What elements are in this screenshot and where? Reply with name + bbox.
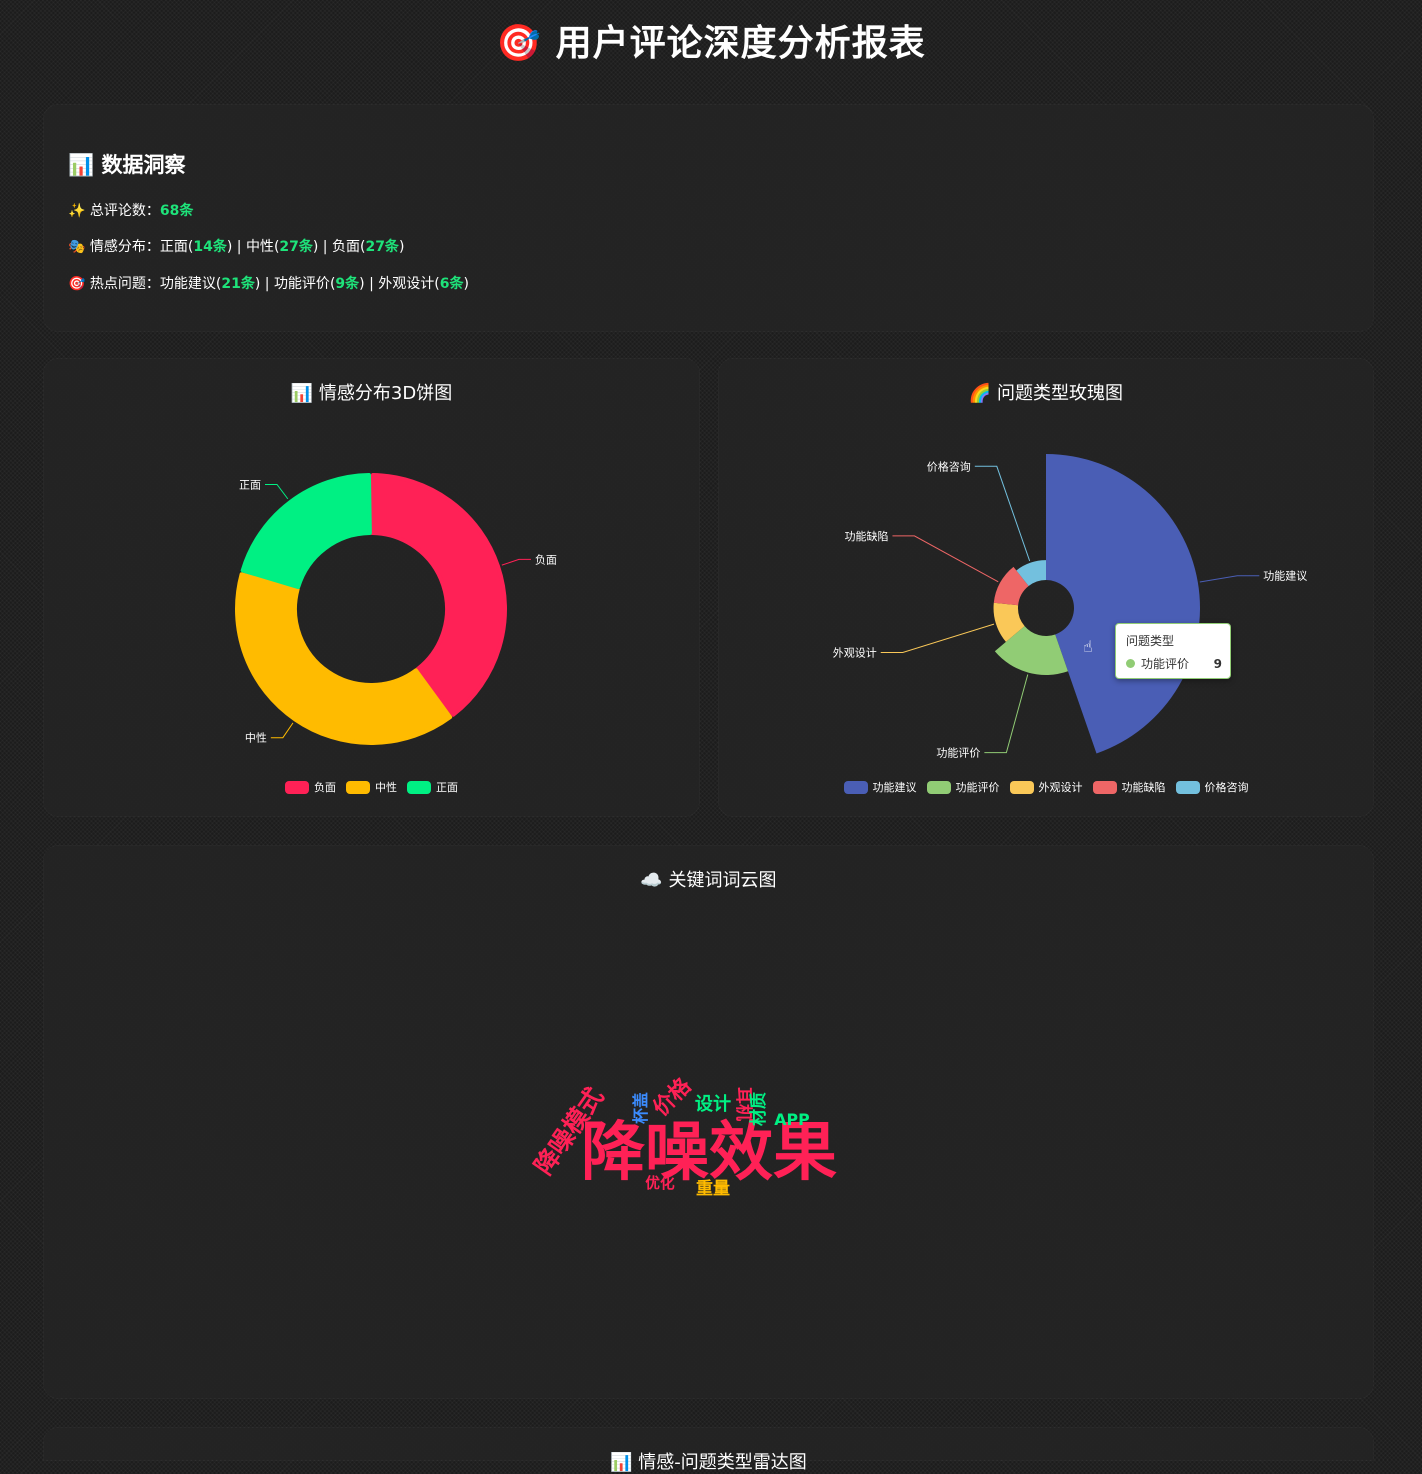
donut-label-line bbox=[501, 558, 531, 566]
legend-swatch bbox=[1175, 780, 1200, 794]
legend-label: 价格咨询 bbox=[1204, 781, 1249, 794]
legend-swatch bbox=[1009, 780, 1034, 794]
word-cloud-word: 杯盖 bbox=[631, 1092, 650, 1124]
legend-swatch bbox=[285, 780, 309, 794]
rose-slice-label: 功能建议 bbox=[1263, 569, 1307, 583]
sparkles-icon: ✨ bbox=[68, 203, 86, 219]
sentiment-legend-item[interactable]: 中性 bbox=[346, 779, 397, 795]
rose-slice-label: 功能评价 bbox=[936, 746, 980, 760]
legend-label: 功能评价 bbox=[955, 781, 1000, 794]
rose-slice-label: 价格咨询 bbox=[927, 459, 971, 473]
donut-label-line bbox=[264, 484, 289, 500]
target-icon: 🎯 bbox=[496, 23, 543, 64]
legend-label: 功能建议 bbox=[872, 781, 917, 794]
donut-slice-label: 负面 bbox=[535, 552, 557, 566]
chart-icon: 📊 bbox=[68, 153, 95, 177]
word-cloud-word: 设计 bbox=[695, 1093, 731, 1115]
donut-slice bbox=[240, 473, 372, 590]
rose-slice bbox=[1046, 454, 1200, 754]
tooltip-value: 9 bbox=[1213, 656, 1222, 671]
mask-icon: 🎭 bbox=[68, 239, 86, 255]
word-cloud-chart[interactable]: 降噪效果降噪模式 价格设计 耳机材质 APP杯盖重量优化 bbox=[44, 846, 1373, 1398]
rose-slice-label: 外观设计 bbox=[833, 646, 877, 659]
donut-slice bbox=[370, 473, 507, 717]
donut-slice-label: 中性 bbox=[245, 731, 267, 745]
target-icon: 🎯 bbox=[68, 276, 86, 292]
donut-slice bbox=[235, 572, 453, 745]
page-title-text: 用户评论深度分析报表 bbox=[555, 23, 926, 64]
legend-label: 外观设计 bbox=[1038, 781, 1083, 794]
sentiment-donut-chart[interactable]: 负面中性 正面 bbox=[44, 359, 699, 779]
insights-title: 📊 数据洞察 bbox=[68, 153, 186, 177]
rose-legend-item[interactable]: 外观设计 bbox=[1009, 779, 1083, 795]
sentiment-legend-item[interactable]: 正面 bbox=[407, 779, 458, 795]
chart-tooltip: 问题类型 功能评价 9 bbox=[1115, 623, 1231, 679]
rose-label-line bbox=[892, 535, 999, 583]
legend-swatch bbox=[843, 780, 868, 794]
donut-label-line bbox=[270, 722, 294, 739]
insight-sentiment: 🎭 情感分布：正面(14条) | 中性(27条) | 负面(27条) bbox=[68, 239, 405, 255]
insight-total: ✨ 总评论数：68条 bbox=[68, 203, 194, 219]
legend-swatch bbox=[926, 780, 951, 794]
sentiment-legend: 负面 中性 正面 bbox=[44, 779, 699, 795]
legend-label: 负面 bbox=[314, 781, 336, 794]
tooltip-row: 功能评价 9 bbox=[1126, 655, 1222, 672]
insight-hot-topics: 🎯 热点问题：功能建议(21条) | 功能评价(9条) | 外观设计(6条) bbox=[68, 276, 469, 292]
rose-label-line bbox=[880, 623, 995, 653]
rose-label-line bbox=[984, 674, 1029, 754]
tooltip-series-dot bbox=[1126, 659, 1135, 668]
donut-slice-label: 正面 bbox=[239, 479, 261, 492]
word-cloud-word: APP bbox=[774, 1110, 809, 1129]
radar-chart-card: 📊 情感-问题类型雷达图 bbox=[44, 1428, 1373, 1473]
word-cloud-word: 重量 bbox=[696, 1178, 730, 1199]
page-title: 🎯 用户评论深度分析报表 bbox=[0, 14, 1422, 66]
legend-swatch bbox=[407, 780, 431, 794]
hand-cursor-icon: ☝ bbox=[1083, 637, 1093, 656]
rose-legend-item[interactable]: 功能缺陷 bbox=[1092, 779, 1166, 795]
rose-legend-item[interactable]: 价格咨询 bbox=[1175, 779, 1249, 795]
word-cloud-card: ☁️ 关键词词云图 降噪效果 降噪模式 价格 设计 耳机 材质 APP 杯盖 重量 优化 bbox=[44, 846, 1373, 1398]
issue-rose-chart[interactable]: 功能建议功能评价 外观设计 功能缺陷 价格咨询 bbox=[719, 359, 1373, 779]
legend-swatch bbox=[346, 780, 370, 794]
radar-chart-title: 📊 情感-问题类型雷达图 bbox=[610, 1452, 807, 1473]
tooltip-name: 功能评价 bbox=[1141, 657, 1190, 671]
sentiment-chart-card: 📊 情感分布3D饼图 负面 中性 正面 负面 中性 正面 bbox=[44, 359, 699, 816]
rose-legend-item[interactable]: 功能评价 bbox=[926, 779, 1000, 795]
issue-rose-chart-card: 🌈 问题类型玫瑰图 功能建议 功能评价 外观设计 功能缺陷 价格咨询 功能建议 功能评价外… bbox=[719, 359, 1373, 816]
legend-swatch bbox=[1092, 780, 1117, 794]
rose-label-line bbox=[1199, 575, 1260, 583]
insights-card: 📊 数据洞察 ✨ 总评论数：68条 🎭 情感分布：正面(14条) | 中性(27… bbox=[44, 105, 1373, 331]
sentiment-legend-item[interactable]: 负面 bbox=[285, 779, 336, 795]
rose-legend: 功能建议 功能评价 外观设计 功能缺陷 价格咨询 bbox=[719, 779, 1373, 795]
tooltip-title: 问题类型 bbox=[1126, 634, 1175, 648]
word-cloud-word: 优化 bbox=[645, 1174, 675, 1192]
legend-label: 中性 bbox=[375, 781, 397, 794]
legend-label: 正面 bbox=[436, 781, 458, 794]
word-cloud-word: 价格 bbox=[648, 1072, 697, 1121]
legend-label: 功能缺陷 bbox=[1121, 781, 1166, 794]
rose-legend-item[interactable]: 功能建议 bbox=[843, 779, 917, 795]
total-value: 68条 bbox=[159, 203, 194, 219]
rose-slice-label: 功能缺陷 bbox=[844, 529, 888, 543]
rose-label-line bbox=[974, 465, 1031, 562]
word-cloud-word: 材质 bbox=[748, 1092, 769, 1126]
